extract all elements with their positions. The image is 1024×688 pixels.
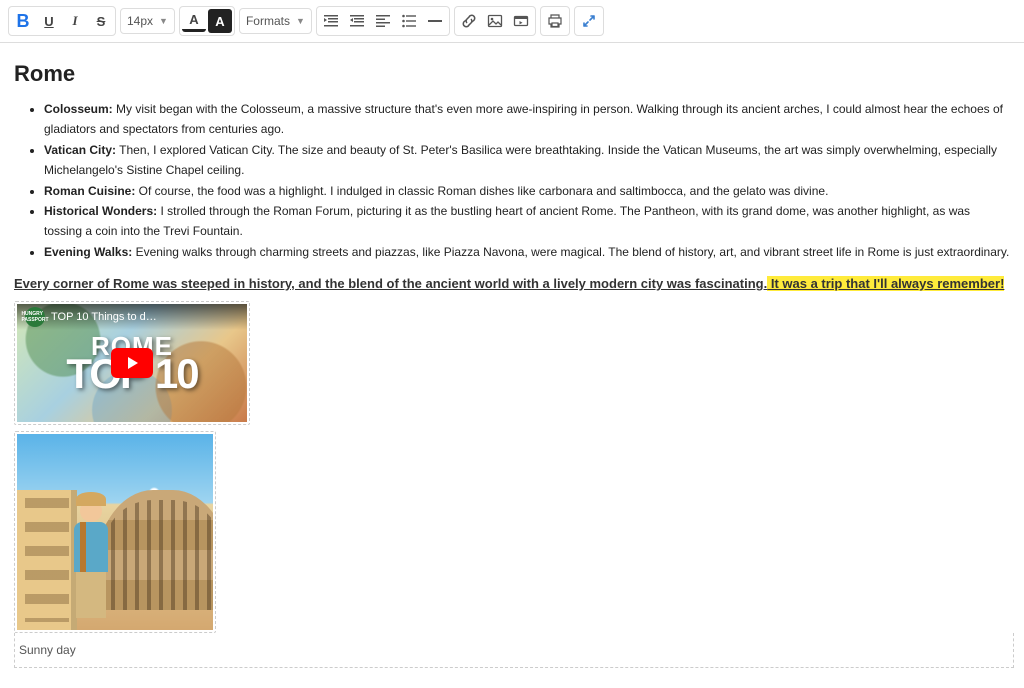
list-item-label: Historical Wonders: (44, 204, 157, 218)
play-icon[interactable] (111, 348, 153, 378)
formats-select[interactable]: Formats ▼ (239, 8, 312, 34)
paragraph-group (316, 6, 450, 36)
list-item-text: Of course, the food was a highlight. I i… (135, 184, 828, 198)
link-button[interactable] (457, 9, 481, 33)
bullet-list-button[interactable] (397, 9, 421, 33)
summary-text: Every corner of Rome was steeped in hist… (14, 276, 767, 291)
video-thumbnail[interactable]: HUNGRY PASSPORT TOP 10 Things to d… ROME… (17, 304, 247, 422)
image-embed[interactable] (14, 431, 216, 633)
list-item-label: Vatican City: (44, 143, 116, 157)
image-button[interactable] (483, 9, 507, 33)
formats-label: Formats (246, 14, 290, 28)
collapse-button[interactable] (577, 9, 601, 33)
underline-button[interactable]: U (37, 9, 61, 33)
outdent-button[interactable] (345, 9, 369, 33)
editor-content[interactable]: Rome Colosseum: My visit began with the … (0, 43, 1024, 688)
list-item: Historical Wonders: I strolled through t… (44, 201, 1010, 242)
color-group: A A (179, 6, 235, 36)
editor-toolbar: B U I S 14px ▼ A A Formats ▼ (0, 0, 1024, 43)
video-title: TOP 10 Things to d… (51, 311, 157, 323)
font-size-value: 14px (127, 14, 153, 28)
list-item: Evening Walks: Evening walks through cha… (44, 242, 1010, 262)
list-item-text: My visit began with the Colosseum, a mas… (44, 102, 1003, 136)
strikethrough-button[interactable]: S (89, 9, 113, 33)
summary-paragraph: Every corner of Rome was steeped in hist… (14, 276, 1010, 291)
highlighted-text: It was a trip that I'll always remember! (767, 276, 1004, 291)
italic-button[interactable]: I (63, 9, 87, 33)
video-header: HUNGRY PASSPORT TOP 10 Things to d… (17, 304, 247, 330)
text-color-button[interactable]: A (182, 10, 206, 32)
list-item-label: Roman Cuisine: (44, 184, 135, 198)
image-caption[interactable]: Sunny day (14, 633, 1014, 668)
list-item-label: Evening Walks: (44, 245, 132, 259)
building-graphic (17, 490, 77, 630)
list-item-text: Then, I explored Vatican City. The size … (44, 143, 997, 177)
channel-avatar: HUNGRY PASSPORT (25, 307, 45, 327)
chevron-down-icon: ▼ (296, 16, 305, 26)
text-style-group: B U I S (8, 6, 116, 36)
list-item-text: I strolled through the Roman Forum, pict… (44, 204, 970, 238)
indent-button[interactable] (319, 9, 343, 33)
list-item-label: Colosseum: (44, 102, 113, 116)
page-title: Rome (14, 61, 1010, 87)
horizontal-rule-button[interactable] (423, 9, 447, 33)
collapse-group (574, 6, 604, 36)
list-item: Vatican City: Then, I explored Vatican C… (44, 140, 1010, 181)
insert-group (454, 6, 536, 36)
list-item-text: Evening walks through charming streets a… (132, 245, 1009, 259)
print-button[interactable] (543, 9, 567, 33)
bullet-list: Colosseum: My visit began with the Colos… (14, 99, 1010, 262)
video-embed[interactable]: HUNGRY PASSPORT TOP 10 Things to d… ROME… (14, 301, 250, 425)
bold-button[interactable]: B (11, 9, 35, 33)
tourist-graphic (69, 500, 113, 620)
list-item: Colosseum: My visit began with the Colos… (44, 99, 1010, 140)
print-group (540, 6, 570, 36)
video-button[interactable] (509, 9, 533, 33)
background-color-button[interactable]: A (208, 9, 232, 33)
list-item: Roman Cuisine: Of course, the food was a… (44, 181, 1010, 201)
rome-illustration[interactable] (17, 434, 213, 630)
align-button[interactable] (371, 9, 395, 33)
font-size-select[interactable]: 14px ▼ (120, 8, 175, 34)
chevron-down-icon: ▼ (159, 16, 168, 26)
